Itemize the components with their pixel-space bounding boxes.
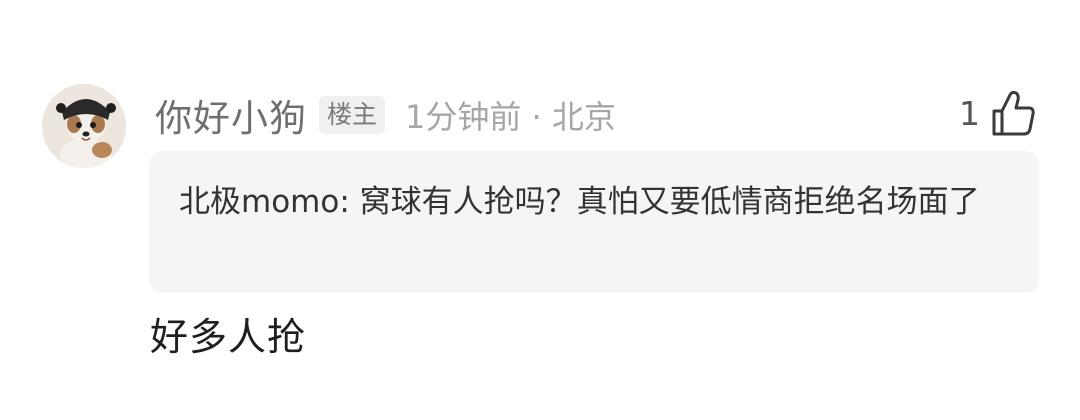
op-badge: 楼主: [319, 96, 386, 134]
thumbs-up-icon[interactable]: [990, 89, 1036, 137]
like-button[interactable]: 1: [959, 86, 1036, 140]
username[interactable]: 你好小狗: [155, 88, 307, 142]
comment-meta: 1分钟前 · 北京: [405, 98, 616, 136]
like-count: 1: [959, 93, 980, 133]
quoted-comment[interactable]: 北极momo: 窝球有人抢吗？真怕又要低情商拒绝名场面了: [149, 151, 1039, 293]
comment-header: 你好小狗 楼主 1分钟前 · 北京: [155, 90, 616, 140]
avatar[interactable]: [42, 84, 126, 168]
comment-item: 你好小狗 楼主 1分钟前 · 北京 1 北极momo: 窝球有人抢吗？真怕又要低…: [0, 0, 1080, 420]
dog-avatar-icon: [42, 84, 126, 168]
reply-text: 好多人抢: [150, 315, 307, 359]
quoted-comment-text: 北极momo: 窝球有人抢吗？真怕又要低情商拒绝名场面了: [179, 184, 980, 220]
